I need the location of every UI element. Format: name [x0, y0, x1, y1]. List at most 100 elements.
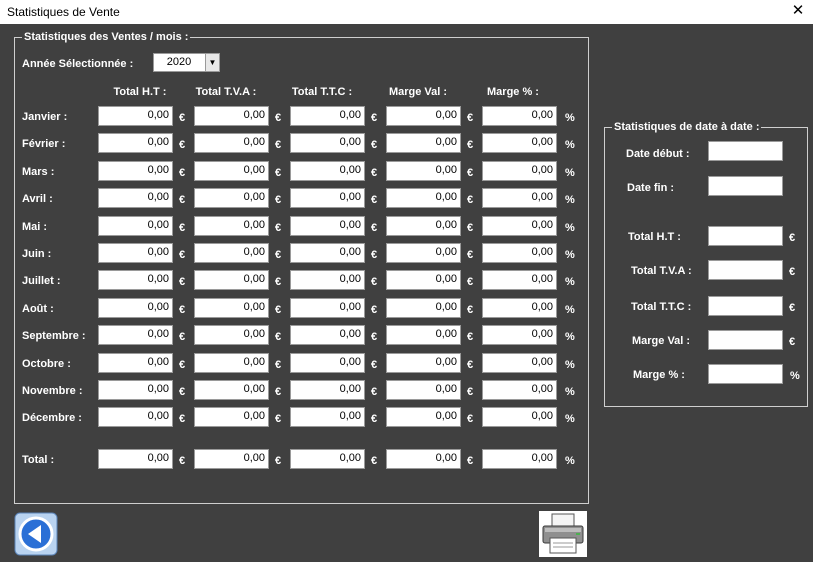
range-marge-pct-field[interactable]: [708, 364, 783, 384]
total-row-marge-val-field[interactable]: 0,00: [386, 449, 461, 469]
month-row-8-total-ttc-field[interactable]: 0,00: [290, 325, 365, 346]
month-row-3-marge-val-field[interactable]: 0,00: [386, 188, 461, 209]
range-marge-pct-label: Marge % :: [633, 369, 685, 381]
month-row-5-total-ttc-field[interactable]: 0,00: [290, 243, 365, 263]
total-row-total-tva-field[interactable]: 0,00: [194, 449, 269, 469]
month-row-1-total-tva-field[interactable]: 0,00: [194, 133, 269, 154]
total-row-total-ttc-field[interactable]: 0,00: [290, 449, 365, 469]
month-row-1-marge-pct-field[interactable]: 0,00: [482, 133, 557, 154]
month-row-0-total-ttc-field[interactable]: 0,00: [290, 106, 365, 126]
date-start-field[interactable]: [708, 141, 783, 161]
month-row-8-total-ht-field[interactable]: 0,00: [98, 325, 173, 346]
month-row-6-marge-pct-field[interactable]: 0,00: [482, 270, 557, 291]
month-row-9-total-tva-field[interactable]: 0,00: [194, 352, 269, 373]
close-icon[interactable]: ✕: [783, 0, 813, 24]
month-row-9-marge-pct-field[interactable]: 0,00: [482, 352, 557, 373]
month-row-5-total-tva-field[interactable]: 0,00: [194, 243, 269, 263]
month-row-3-marge-pct-field[interactable]: 0,00: [482, 188, 557, 209]
month-row-7-marge-pct-unit: %: [565, 303, 575, 316]
month-row-5-marge-val-unit: €: [467, 249, 474, 261]
month-row-11-label: Décembre :: [22, 412, 82, 425]
month-row-6-total-tva-field[interactable]: 0,00: [194, 270, 269, 291]
range-total-ht-label: Total H.T :: [628, 231, 681, 243]
year-select[interactable]: 2020 ▼: [153, 53, 220, 72]
month-row-2-label: Mars :: [22, 165, 55, 178]
month-row-0-total-tva-field[interactable]: 0,00: [194, 106, 269, 126]
month-row-4-total-tva-field[interactable]: 0,00: [194, 215, 269, 236]
month-row-11-total-ttc-field[interactable]: 0,00: [290, 407, 365, 428]
range-total-ttc-field[interactable]: [708, 296, 783, 316]
month-row-0-total-ht-unit: €: [179, 112, 186, 124]
month-row-0-marge-pct-field[interactable]: 0,00: [482, 106, 557, 126]
total-row-marge-pct-unit: %: [565, 455, 575, 467]
range-total-ht-field[interactable]: [708, 226, 783, 246]
column-header-marge-val: Marge Val :: [388, 86, 448, 98]
month-row-5-marge-val-field[interactable]: 0,00: [386, 243, 461, 263]
month-row-10-total-ht-unit: €: [179, 386, 186, 398]
month-row-4-total-ht-field[interactable]: 0,00: [98, 215, 173, 236]
month-row-4-total-ttc-field[interactable]: 0,00: [290, 215, 365, 236]
month-row-2-marge-pct-field[interactable]: 0,00: [482, 160, 557, 181]
printer-icon: [539, 511, 587, 557]
month-row-2-total-ttc-field[interactable]: 0,00: [290, 160, 365, 181]
month-row-8-total-tva-field[interactable]: 0,00: [194, 325, 269, 346]
month-row-2-total-ht-field[interactable]: 0,00: [98, 160, 173, 181]
monthly-stats-frame-title: Statistiques des Ventes / mois :: [22, 31, 191, 43]
month-row-10-marge-pct-field[interactable]: 0,00: [482, 380, 557, 400]
month-row-10-total-ht-field[interactable]: 0,00: [98, 380, 173, 400]
month-row-7-marge-pct-field[interactable]: 0,00: [482, 297, 557, 318]
column-header-total-ht: Total H.T :: [113, 86, 167, 98]
month-row-4-marge-pct-field[interactable]: 0,00: [482, 215, 557, 236]
month-row-7-total-ttc-field[interactable]: 0,00: [290, 297, 365, 318]
month-row-9-total-ttc-field[interactable]: 0,00: [290, 352, 365, 373]
column-header-total-tva: Total T.V.A :: [195, 86, 257, 98]
month-row-5-marge-pct-field[interactable]: 0,00: [482, 243, 557, 263]
range-total-ttc-label: Total T.T.C :: [631, 301, 692, 313]
month-row-8-marge-val-field[interactable]: 0,00: [386, 325, 461, 346]
month-row-7-total-tva-field[interactable]: 0,00: [194, 297, 269, 318]
month-row-11-marge-val-field[interactable]: 0,00: [386, 407, 461, 428]
range-total-tva-field[interactable]: [708, 260, 783, 280]
month-row-6-total-ttc-field[interactable]: 0,00: [290, 270, 365, 291]
month-row-10-marge-val-field[interactable]: 0,00: [386, 380, 461, 400]
month-row-1-marge-val-field[interactable]: 0,00: [386, 133, 461, 154]
chevron-down-icon[interactable]: ▼: [205, 54, 219, 71]
month-row-11-total-tva-field[interactable]: 0,00: [194, 407, 269, 428]
month-row-2-marge-val-field[interactable]: 0,00: [386, 160, 461, 181]
month-row-1-total-ht-field[interactable]: 0,00: [98, 133, 173, 154]
month-row-5-total-ht-field[interactable]: 0,00: [98, 243, 173, 263]
month-row-4-marge-val-field[interactable]: 0,00: [386, 215, 461, 236]
range-marge-val-unit: €: [789, 336, 796, 348]
month-row-0-total-ht-field[interactable]: 0,00: [98, 106, 173, 126]
month-row-11-total-ht-field[interactable]: 0,00: [98, 407, 173, 428]
back-button[interactable]: [14, 512, 58, 556]
month-row-7-total-ht-field[interactable]: 0,00: [98, 297, 173, 318]
month-row-10-total-ttc-field[interactable]: 0,00: [290, 380, 365, 400]
month-row-8-marge-pct-field[interactable]: 0,00: [482, 325, 557, 346]
total-row-marge-pct-field[interactable]: 0,00: [482, 449, 557, 469]
month-row-9-marge-val-field[interactable]: 0,00: [386, 352, 461, 373]
month-row-5-marge-pct-unit: %: [565, 249, 575, 261]
month-row-11-marge-pct-field[interactable]: 0,00: [482, 407, 557, 428]
month-row-2-total-tva-field[interactable]: 0,00: [194, 160, 269, 181]
total-row-total-tva-unit: €: [275, 455, 282, 467]
month-row-9-label: Octobre :: [22, 357, 71, 370]
month-row-3-total-ttc-field[interactable]: 0,00: [290, 188, 365, 209]
range-marge-val-field[interactable]: [708, 330, 783, 350]
month-row-1-total-ttc-field[interactable]: 0,00: [290, 133, 365, 154]
total-row-label: Total :: [22, 454, 55, 466]
month-row-0-marge-val-field[interactable]: 0,00: [386, 106, 461, 126]
month-row-9-marge-pct-unit: %: [565, 358, 575, 371]
print-button[interactable]: [539, 511, 587, 557]
month-row-1-marge-pct-unit: %: [565, 139, 575, 152]
month-row-9-total-ht-field[interactable]: 0,00: [98, 352, 173, 373]
month-row-10-total-tva-field[interactable]: 0,00: [194, 380, 269, 400]
month-row-6-total-ht-field[interactable]: 0,00: [98, 270, 173, 291]
month-row-6-marge-val-field[interactable]: 0,00: [386, 270, 461, 291]
total-row-total-ht-unit: €: [179, 455, 186, 467]
date-end-field[interactable]: [708, 176, 783, 196]
month-row-3-total-ht-field[interactable]: 0,00: [98, 188, 173, 209]
month-row-3-total-tva-field[interactable]: 0,00: [194, 188, 269, 209]
total-row-total-ht-field[interactable]: 0,00: [98, 449, 173, 469]
month-row-7-marge-val-field[interactable]: 0,00: [386, 297, 461, 318]
